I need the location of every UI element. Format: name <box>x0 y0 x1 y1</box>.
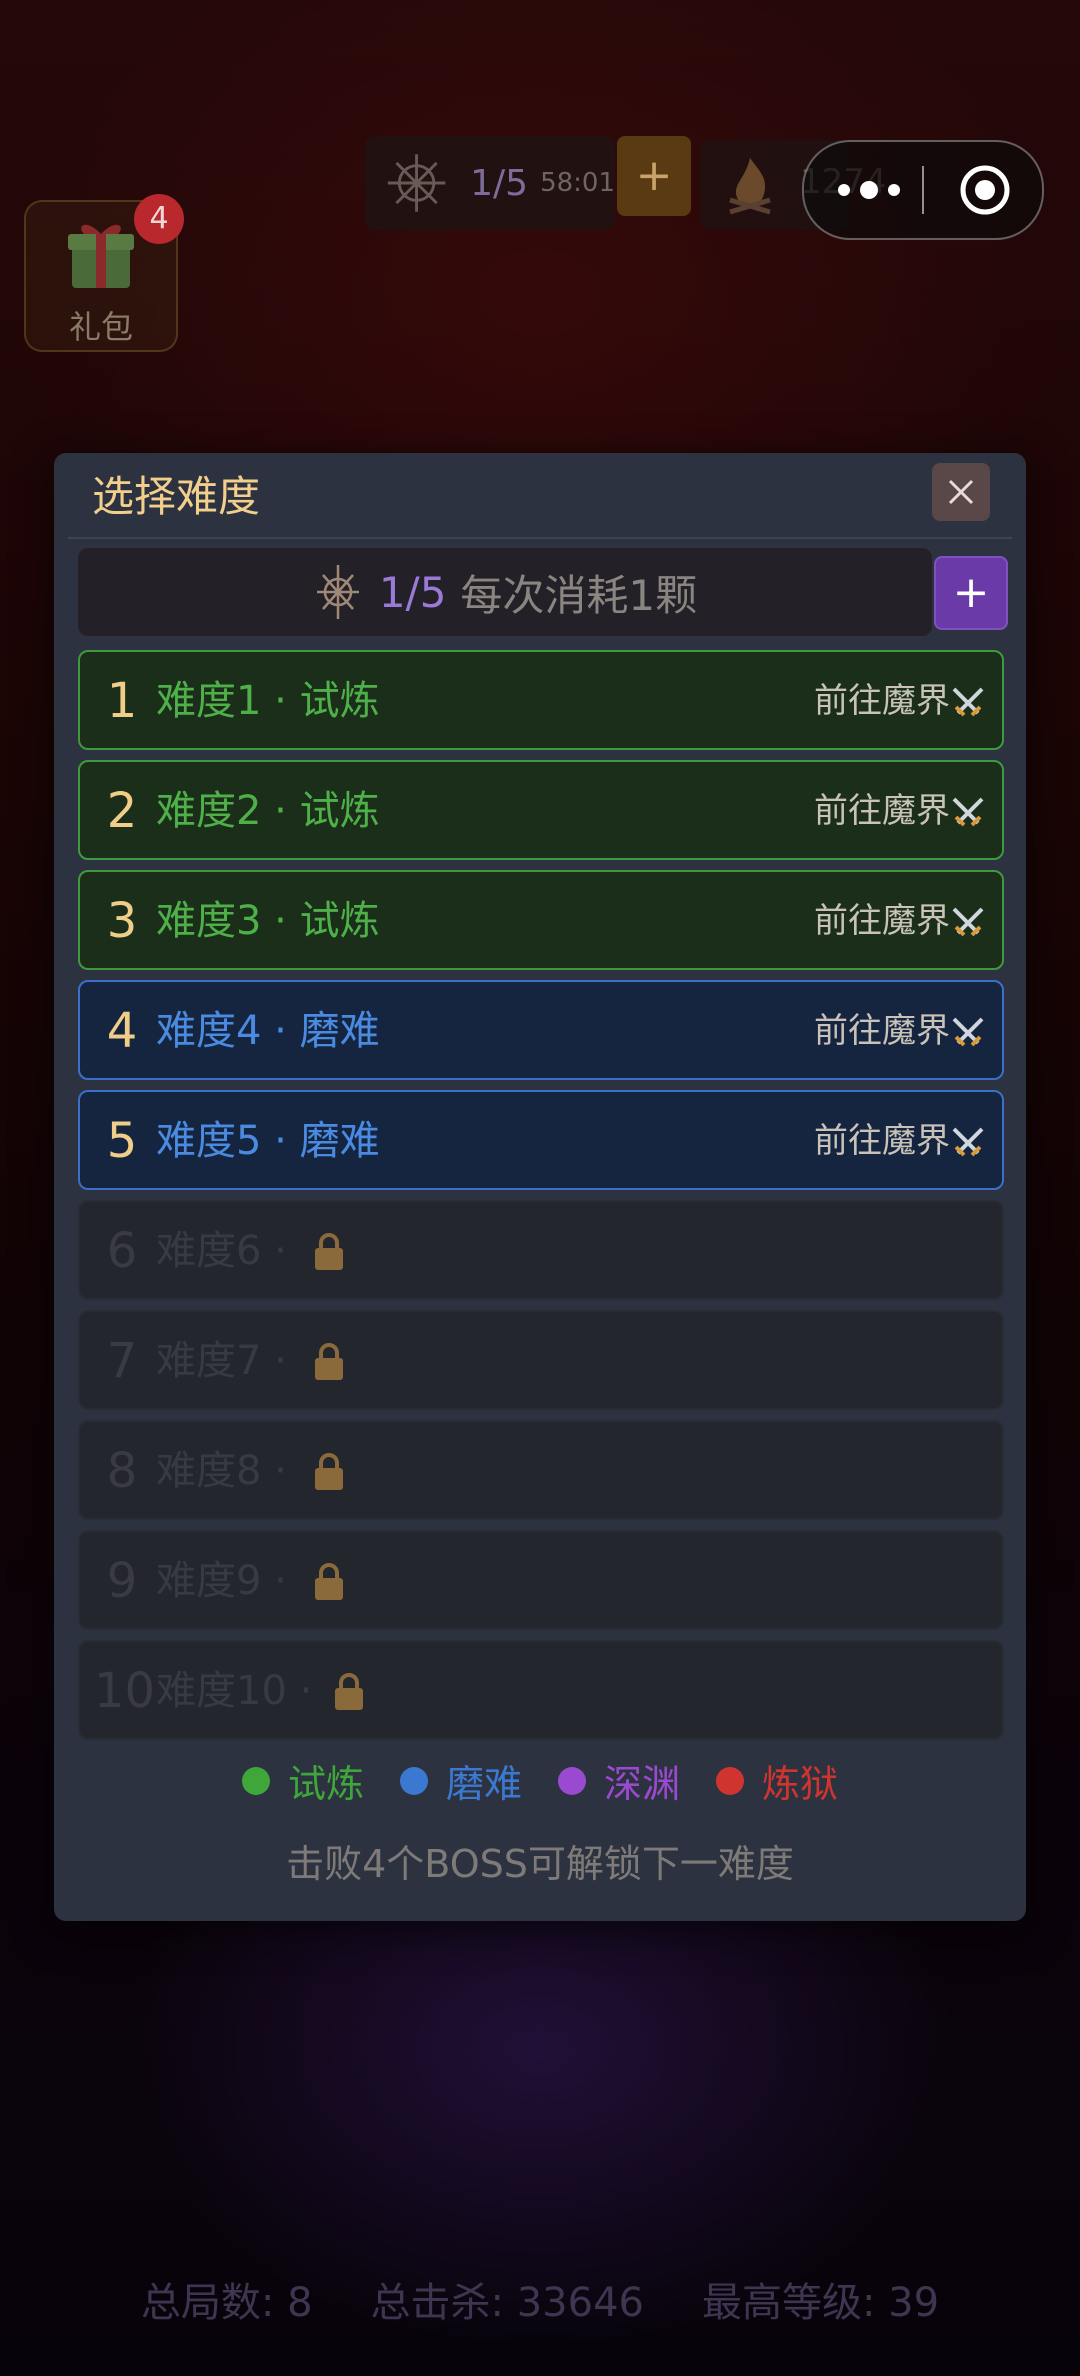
campfire-icon <box>729 158 771 215</box>
gift-badge: 4 <box>134 194 184 244</box>
difficulty-name: 难度1 · 试炼 <box>156 678 380 724</box>
difficulty-number: 2 <box>106 783 138 839</box>
demon-sigil-icon <box>387 154 446 212</box>
gift-icon <box>68 224 134 288</box>
difficulty-number: 8 <box>106 1443 138 1499</box>
difficulty-modal: 选择难度 1/5 每次消耗1颗 + 1 难度1 · 试炼 前往魔界 2 难度2 … <box>54 453 1026 1921</box>
legend-label: 炼狱 <box>762 1762 839 1806</box>
difficulty-number: 10 <box>94 1663 156 1719</box>
difficulty-row-7-locked: 7 难度7 · <box>78 1310 1004 1410</box>
legend-dot <box>716 1766 745 1795</box>
difficulty-number: 9 <box>106 1553 138 1609</box>
difficulty-name: 难度5 · 磨难 <box>156 1118 380 1164</box>
demon-sigil-icon <box>316 565 359 619</box>
difficulty-name: 难度7 · <box>156 1338 287 1384</box>
difficulty-name: 难度8 · <box>156 1448 287 1494</box>
difficulty-row-3[interactable]: 3 难度3 · 试炼 前往魔界 <box>78 870 1004 970</box>
go-label: 前往魔界 <box>814 1011 950 1051</box>
crossed-swords-icon <box>952 907 984 937</box>
resource-count: 1/5 <box>470 162 529 204</box>
legend-dot <box>241 1766 270 1795</box>
cost-count: 1/5 <box>378 567 447 617</box>
difficulty-number: 4 <box>106 1003 138 1059</box>
max-level: 最高等级: 39 <box>701 2280 940 2326</box>
gift-label: 礼包 <box>68 308 133 346</box>
legend-dot <box>399 1766 428 1795</box>
difficulty-name: 难度4 · 磨难 <box>156 1008 380 1054</box>
unlock-hint: 击败4个BOSS可解锁下一难度 <box>286 1842 794 1886</box>
crossed-swords-icon <box>952 687 984 717</box>
difficulty-name: 难度6 · <box>156 1228 287 1274</box>
lock-icon <box>315 1453 343 1490</box>
lock-icon <box>315 1563 343 1600</box>
legend-item-ordeal: 磨难 <box>399 1753 522 1808</box>
difficulty-number: 5 <box>106 1113 138 1169</box>
difficulty-name: 难度3 · 试炼 <box>156 898 380 944</box>
legend-label: 深渊 <box>604 1762 681 1806</box>
legend-item-trial: 试炼 <box>241 1753 364 1808</box>
go-label: 前往魔界 <box>814 1121 950 1161</box>
modal-title: 选择难度 <box>92 472 261 521</box>
difficulty-name: 难度2 · 试炼 <box>156 788 380 834</box>
difficulty-row-4[interactable]: 4 难度4 · 磨难 前往魔界 <box>78 980 1004 1080</box>
legend-item-inferno: 炼狱 <box>716 1753 838 1808</box>
difficulty-number: 1 <box>106 673 138 729</box>
lock-icon <box>335 1673 363 1710</box>
legend-item-abyss: 深渊 <box>558 1753 680 1808</box>
difficulty-name: 难度10 · <box>156 1668 313 1714</box>
add-cost-button[interactable]: + <box>934 556 1008 630</box>
resource-counter: 1/5 58:01 <box>365 136 615 230</box>
crossed-swords-icon <box>952 1017 984 1047</box>
difficulty-row-6-locked: 6 难度6 · <box>78 1200 1004 1300</box>
total-games: 总局数: 8 <box>140 2280 313 2326</box>
player-stats: 总局数: 8 总击杀: 33646 最高等级: 39 <box>0 2270 1080 2328</box>
difficulty-row-8-locked: 8 难度8 · <box>78 1420 1004 1520</box>
difficulty-number: 3 <box>106 893 138 949</box>
difficulty-number: 7 <box>106 1333 138 1389</box>
difficulty-row-1[interactable]: 1 难度1 · 试炼 前往魔界 <box>78 650 1004 750</box>
difficulty-row-5[interactable]: 5 难度5 · 磨难 前往魔界 <box>78 1090 1004 1190</box>
legend-label: 磨难 <box>445 1762 522 1806</box>
close-button[interactable] <box>932 463 990 521</box>
crossed-swords-icon <box>952 797 984 827</box>
cost-description: 每次消耗1颗 <box>460 570 698 620</box>
difficulty-row-9-locked: 9 难度9 · <box>78 1530 1004 1630</box>
lock-icon <box>315 1233 343 1270</box>
legend-label: 试炼 <box>287 1762 364 1806</box>
close-icon <box>948 479 974 505</box>
add-resource-button[interactable]: + <box>617 136 691 216</box>
gift-button[interactable]: 礼包 4 <box>24 194 184 352</box>
capsule-divider <box>922 166 924 214</box>
title-divider <box>68 537 1012 539</box>
difficulty-row-2[interactable]: 2 难度2 · 试炼 前往魔界 <box>78 760 1004 860</box>
go-label: 前往魔界 <box>814 791 950 831</box>
cost-bar: 1/5 每次消耗1颗 <box>78 548 932 636</box>
legend-dot <box>558 1766 586 1795</box>
close-miniprogram-icon[interactable] <box>959 164 1011 216</box>
difficulty-list: 1 难度1 · 试炼 前往魔界 2 难度2 · 试炼 前往魔界 3 难度3 · … <box>78 650 1004 1750</box>
more-options-icon[interactable] <box>834 170 904 210</box>
difficulty-legend: 试炼 磨难 深渊 炼狱 <box>54 1753 1026 1808</box>
resource-timer: 58:01 <box>540 168 615 198</box>
go-label: 前往魔界 <box>814 901 950 941</box>
difficulty-number: 6 <box>106 1223 138 1279</box>
miniprogram-capsule <box>802 140 1044 240</box>
difficulty-row-10-locked: 10 难度10 · <box>78 1640 1004 1740</box>
crossed-swords-icon <box>952 1127 984 1157</box>
difficulty-name: 难度9 · <box>156 1558 287 1604</box>
go-label: 前往魔界 <box>814 681 950 721</box>
total-kills: 总击杀: 33646 <box>370 2280 644 2326</box>
lock-icon <box>315 1343 343 1380</box>
